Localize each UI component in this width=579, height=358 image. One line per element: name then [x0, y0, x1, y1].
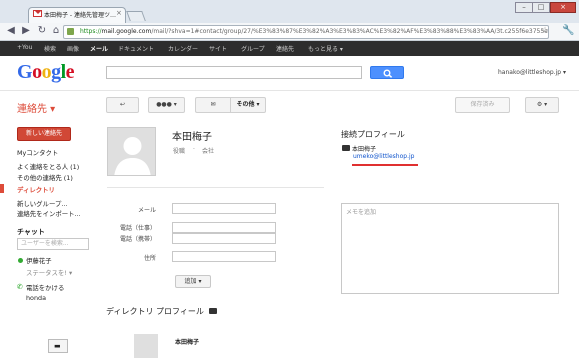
directory-icon	[342, 145, 350, 151]
lock-icon	[67, 28, 74, 35]
email-button[interactable]: ✉	[195, 97, 230, 113]
connected-profile-email[interactable]: umeko@littleshop.jp	[353, 153, 414, 160]
contact-photo[interactable]	[107, 127, 156, 176]
divider	[0, 90, 579, 91]
close-window-icon[interactable]: ×	[550, 2, 576, 13]
new-tab-button[interactable]	[126, 11, 146, 21]
chat-bubble-icon: ▬	[54, 342, 61, 350]
gbar-item-4[interactable]: ドキュメント	[118, 44, 154, 53]
minimize-icon[interactable]: –	[515, 2, 533, 13]
search-button[interactable]	[370, 66, 404, 79]
chat-heading: チャット	[17, 228, 45, 236]
divider	[107, 187, 324, 188]
forward-icon[interactable]: ▶	[20, 25, 32, 37]
groups-button[interactable]: ●●● ▾	[148, 97, 185, 113]
mobile-phone-label: 電話（携帯）	[119, 236, 156, 243]
chat-button[interactable]: ▬	[48, 339, 68, 353]
title-field[interactable]: 役職	[173, 146, 185, 155]
home-icon[interactable]: ⌂	[50, 25, 62, 37]
sidebar-item-import[interactable]: 連絡先をインポート...	[17, 209, 81, 218]
add-field-button[interactable]: 追加 ▾	[175, 275, 211, 288]
account-menu[interactable]: hanako@littleshop.jp ▾	[498, 69, 566, 76]
address-bar[interactable]: https://mail.google.com/mail/?shva=1#con…	[63, 25, 549, 39]
directory-photo	[134, 334, 158, 358]
status-message[interactable]: ステータスを! ▾	[26, 268, 72, 277]
back-to-list-button[interactable]: ↩	[106, 97, 139, 113]
sidebar-item-directory[interactable]: ディレクトリ	[17, 185, 55, 194]
gbar-item-0[interactable]: +You	[17, 44, 32, 51]
call-phone-link[interactable]: 電話をかける	[26, 283, 64, 292]
sidebar-item-most-contacted[interactable]: よく連絡をとる人 (1)	[17, 162, 79, 171]
work-phone-field[interactable]	[172, 222, 276, 233]
gbar-item-6[interactable]: サイト	[209, 44, 227, 53]
back-arrow-icon: ↩	[119, 101, 126, 108]
contact-name[interactable]: 本田梅子	[172, 128, 212, 143]
app-switcher[interactable]: 連絡先 ▾	[17, 100, 55, 115]
directory-profile-heading: ディレクトリ プロフィール	[106, 307, 204, 316]
back-icon[interactable]: ◀	[5, 25, 17, 37]
search-icon	[383, 69, 393, 78]
settings-button[interactable]: ⚙ ▾	[525, 97, 559, 113]
gbar-item-3[interactable]: メール	[90, 44, 108, 53]
person-silhouette-icon	[114, 137, 151, 175]
more-button[interactable]: その他 ▾	[230, 97, 266, 113]
mail-icon: ✉	[210, 101, 216, 108]
selected-indicator	[0, 184, 4, 193]
sidebar-item-other-contacts[interactable]: その他の連絡先 (1)	[17, 173, 73, 182]
gbar-item-1[interactable]: 検索	[44, 44, 56, 53]
address-field[interactable]	[172, 251, 276, 262]
online-status-icon	[18, 258, 23, 263]
new-contact-button[interactable]: 新しい連絡先	[17, 127, 71, 141]
chat-user[interactable]: 伊藤花子	[26, 256, 52, 265]
sidebar-item-new-group[interactable]: 新しいグループ...	[17, 199, 67, 208]
mobile-phone-field[interactable]	[172, 233, 276, 244]
company-field[interactable]: 会社	[202, 146, 214, 155]
gbar-item-2[interactable]: 画像	[67, 44, 79, 53]
notes-textarea[interactable]: メモを追加	[341, 203, 559, 294]
people-search-input[interactable]: ユーザーを検索...	[17, 238, 89, 250]
address-label: 住所	[143, 255, 156, 262]
email-field[interactable]	[172, 203, 276, 214]
saved-button[interactable]: 保存済み	[455, 97, 510, 113]
search-input[interactable]	[106, 66, 362, 79]
gmail-favicon-icon	[33, 10, 42, 17]
bookmark-star-icon[interactable]: ☆	[541, 26, 549, 36]
tab-close-icon[interactable]: ×	[116, 9, 122, 17]
highlight-underline	[352, 164, 418, 166]
sidebar-item-my-contacts[interactable]: Myコンタクト	[17, 148, 58, 157]
group-icon: ●●● ▾	[156, 101, 177, 108]
directory-icon	[209, 308, 217, 314]
gear-icon: ⚙ ▾	[536, 101, 548, 108]
gbar-item-7[interactable]: グループ	[241, 44, 265, 53]
maximize-icon[interactable]: □	[532, 2, 550, 13]
google-logo[interactable]: Google	[17, 61, 75, 84]
call-user[interactable]: honda	[26, 294, 46, 302]
gbar-item-5[interactable]: カレンダー	[168, 44, 198, 53]
separator-dot: ·	[193, 146, 195, 153]
gbar-item-9[interactable]: もっと見る ▾	[308, 44, 343, 53]
directory-contact-name: 本田梅子	[175, 339, 200, 346]
reload-icon[interactable]: ↻	[36, 25, 48, 37]
connected-profile-name: 本田梅子	[352, 146, 377, 153]
wrench-menu-icon[interactable]: 🔧	[562, 25, 574, 36]
email-label: メール	[137, 207, 156, 214]
work-phone-label: 電話（仕事）	[119, 225, 156, 232]
gbar-item-8[interactable]: 連絡先	[276, 44, 294, 53]
tab-title: 本田梅子 - 連絡先管理ツ…	[44, 12, 116, 19]
connected-profiles-heading: 接続プロフィール	[341, 130, 405, 139]
phone-icon: ✆	[17, 283, 23, 291]
